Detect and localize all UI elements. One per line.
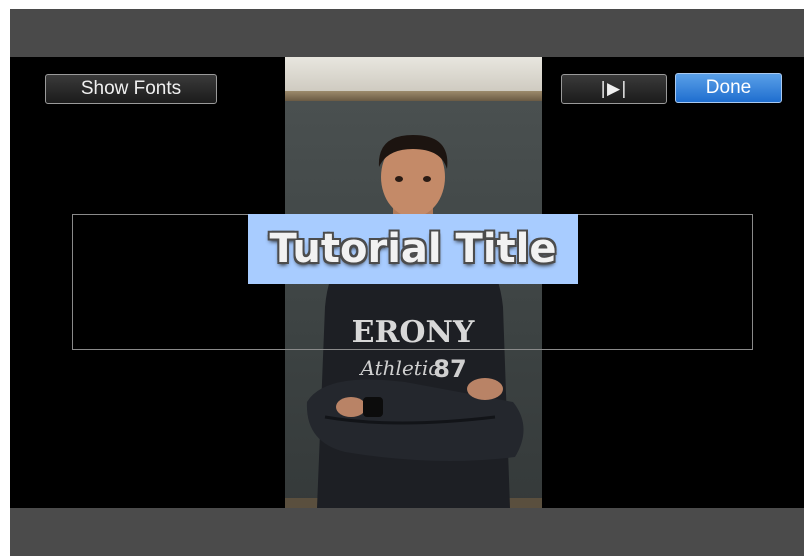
done-button[interactable]: Done: [675, 73, 782, 103]
play-selection-icon: |▶|: [600, 79, 628, 99]
bottom-bar: [10, 508, 804, 556]
play-selection-button[interactable]: |▶|: [561, 74, 667, 104]
done-label: Done: [705, 77, 752, 98]
title-text[interactable]: Tutorial Title: [248, 219, 578, 279]
show-fonts-button[interactable]: Show Fonts: [45, 74, 217, 104]
show-fonts-label: Show Fonts: [80, 78, 182, 99]
svg-text:87: 87: [433, 355, 466, 383]
svg-text:Athletic: Athletic: [359, 356, 440, 380]
